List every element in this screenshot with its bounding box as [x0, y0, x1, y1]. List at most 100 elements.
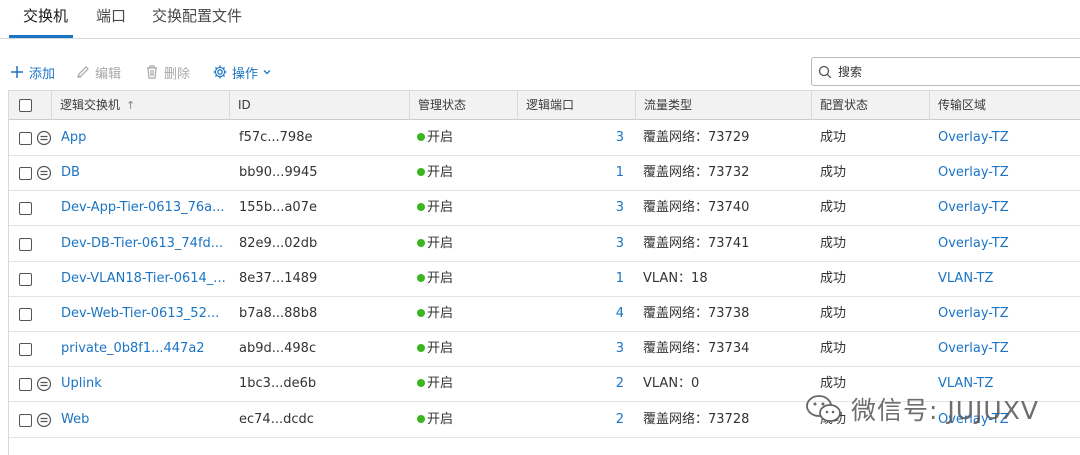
switch-id: ec74...dcdc: [239, 411, 314, 427]
logical-ports-count-link[interactable]: 2: [517, 403, 624, 438]
column-name-label: 逻辑交换机: [60, 98, 121, 112]
column-admin-state-label: 管理状态: [418, 98, 467, 112]
admin-state-label: 开启: [427, 165, 454, 181]
trash-icon: [147, 65, 157, 79]
admin-state-label: 开启: [427, 341, 454, 357]
status-on-dot: [417, 414, 425, 423]
column-header-admin-state[interactable]: 管理状态: [409, 91, 517, 120]
logical-switch-icon: [36, 166, 52, 181]
switch-name-link[interactable]: Dev-VLAN18-Tier-0614_...: [61, 262, 226, 297]
switch-name-link[interactable]: private_0b8f1...447a2: [61, 332, 226, 367]
config-state: 成功: [820, 130, 847, 145]
switch-id: 155b...a07e: [239, 200, 317, 216]
admin-state: 开启: [417, 227, 517, 262]
table-row[interactable]: Web ec74...dcdc 开启 2 覆盖网络：73728 成功 Overlay-TZ: [9, 403, 1080, 438]
logical-ports-count-link[interactable]: 2: [517, 367, 624, 402]
switch-name-link[interactable]: Dev-App-Tier-0613_76a...: [61, 191, 226, 226]
switch-id: 82e9...02db: [239, 235, 318, 251]
logical-ports-count-link[interactable]: 3: [517, 191, 624, 226]
tab-bar: 交换机 端口 交换配置文件: [0, 0, 1080, 39]
plus-icon: [11, 66, 23, 78]
logical-ports-count-link[interactable]: 3: [517, 121, 624, 156]
logical-ports-count-link[interactable]: 3: [517, 227, 624, 262]
transport-zone-link[interactable]: Overlay-TZ: [938, 156, 1078, 191]
row-checkbox[interactable]: [19, 343, 32, 357]
admin-state: 开启: [417, 367, 517, 402]
switch-id: bb90...9945: [239, 165, 318, 181]
column-header-traffic-type[interactable]: 流量类型: [635, 91, 811, 120]
status-on-dot: [417, 309, 425, 317]
transport-zone-link[interactable]: VLAN-TZ: [938, 367, 1078, 402]
table-row[interactable]: DB bb90...9945 开启 1 覆盖网络：73732 成功 Overlay-TZ: [9, 156, 1080, 192]
switch-name-link[interactable]: Dev-DB-Tier-0613_74fd...: [61, 227, 226, 262]
column-header-config-state[interactable]: 配置状态: [811, 91, 929, 120]
config-state: 成功: [820, 270, 847, 286]
row-checkbox[interactable]: [19, 132, 32, 145]
logical-ports-count-link[interactable]: 4: [517, 297, 624, 332]
transport-zone-link[interactable]: Overlay-TZ: [938, 227, 1078, 262]
row-checkbox[interactable]: [19, 272, 32, 286]
switch-id: 8e37...1489: [239, 270, 318, 286]
switch-name-link[interactable]: DB: [61, 156, 226, 191]
logical-ports-count-link[interactable]: 1: [517, 262, 624, 297]
column-config-state-label: 配置状态: [820, 98, 869, 112]
traffic-type: 覆盖网络：73728: [643, 411, 750, 427]
row-checkbox[interactable]: [19, 413, 32, 427]
edit-button[interactable]: 编辑: [75, 62, 121, 82]
logical-ports-count-link[interactable]: 1: [517, 156, 624, 191]
tab-ports[interactable]: 端口: [96, 6, 126, 39]
table-row[interactable]: Dev-App-Tier-0613_76a... 155b...a07e 开启 3 覆盖…: [9, 191, 1080, 227]
transport-zone-link[interactable]: Overlay-TZ: [938, 191, 1078, 226]
row-checkbox[interactable]: [19, 167, 32, 181]
switch-name-link[interactable]: App: [61, 121, 226, 156]
switch-name-link[interactable]: Uplink: [61, 367, 226, 402]
add-button[interactable]: 添加: [9, 62, 55, 82]
column-header-transport-zone[interactable]: 传输区域: [929, 91, 1080, 120]
table-row[interactable]: Dev-VLAN18-Tier-0614_... 8e37...1489 开启 1 VL…: [9, 262, 1080, 297]
transport-zone-link[interactable]: Overlay-TZ: [938, 121, 1078, 156]
admin-state: 开启: [417, 403, 517, 438]
transport-zone-link[interactable]: Overlay-TZ: [938, 297, 1078, 332]
traffic-type: VLAN：18: [643, 270, 708, 286]
admin-state: 开启: [417, 332, 517, 367]
table-row[interactable]: Dev-DB-Tier-0613_74fd... 82e9...02db 开启 3 覆盖…: [9, 227, 1080, 262]
header-select-cell: [9, 91, 45, 120]
table-row[interactable]: App f57c...798e 开启 3 覆盖网络：73729 成功 Overlay-TZ: [9, 121, 1080, 156]
switch-name-link[interactable]: Web: [61, 403, 226, 438]
table-row[interactable]: Dev-Web-Tier-0613_52... b7a8...88b8 开启 4 覆盖网…: [9, 297, 1080, 332]
transport-zone-link[interactable]: Overlay-TZ: [938, 403, 1078, 438]
traffic-type: 覆盖网络：73729: [643, 130, 750, 145]
table-row[interactable]: Uplink 1bc3...de6b 开启 2 VLAN：0 成功 VLAN-TZ: [9, 367, 1080, 403]
config-state: 成功: [820, 341, 847, 357]
row-checkbox[interactable]: [19, 237, 32, 251]
search-input[interactable]: [838, 62, 1078, 82]
config-state: 成功: [820, 306, 847, 321]
delete-button[interactable]: 删除: [144, 62, 190, 82]
logical-switch-grid: 逻辑交换机 ↑ ID 管理状态 逻辑端口 流量类型 配置状态 传输区域 App f5…: [8, 90, 1080, 455]
admin-state: 开启: [417, 191, 517, 226]
admin-state-label: 开启: [427, 411, 454, 427]
status-on-dot: [417, 133, 425, 141]
tab-switching-profiles[interactable]: 交换配置文件: [152, 6, 242, 39]
status-on-dot: [417, 344, 425, 353]
column-header-name[interactable]: 逻辑交换机 ↑: [51, 91, 227, 120]
switch-id: 1bc3...de6b: [239, 376, 317, 392]
transport-zone-link[interactable]: Overlay-TZ: [938, 332, 1078, 367]
switch-name-link[interactable]: Dev-Web-Tier-0613_52...: [61, 297, 226, 332]
logical-ports-count-link[interactable]: 3: [517, 332, 624, 367]
row-checkbox[interactable]: [19, 378, 32, 392]
transport-zone-link[interactable]: VLAN-TZ: [938, 262, 1078, 297]
column-header-ports[interactable]: 逻辑端口: [517, 91, 635, 120]
table-row[interactable]: private_0b8f1...447a2 ab9d...498c 开启 3 覆盖网络：…: [9, 332, 1080, 368]
actions-menu-button[interactable]: 操作: [212, 62, 272, 82]
column-header-id[interactable]: ID: [229, 91, 409, 120]
select-all-checkbox[interactable]: [19, 99, 32, 112]
edit-label: 编辑: [95, 66, 122, 82]
traffic-type: VLAN：0: [643, 376, 700, 392]
row-checkbox[interactable]: [19, 202, 32, 216]
status-on-dot: [417, 203, 425, 212]
config-state: 成功: [820, 411, 847, 427]
row-checkbox[interactable]: [19, 308, 32, 321]
status-on-dot: [417, 238, 425, 247]
config-state: 成功: [820, 235, 847, 251]
